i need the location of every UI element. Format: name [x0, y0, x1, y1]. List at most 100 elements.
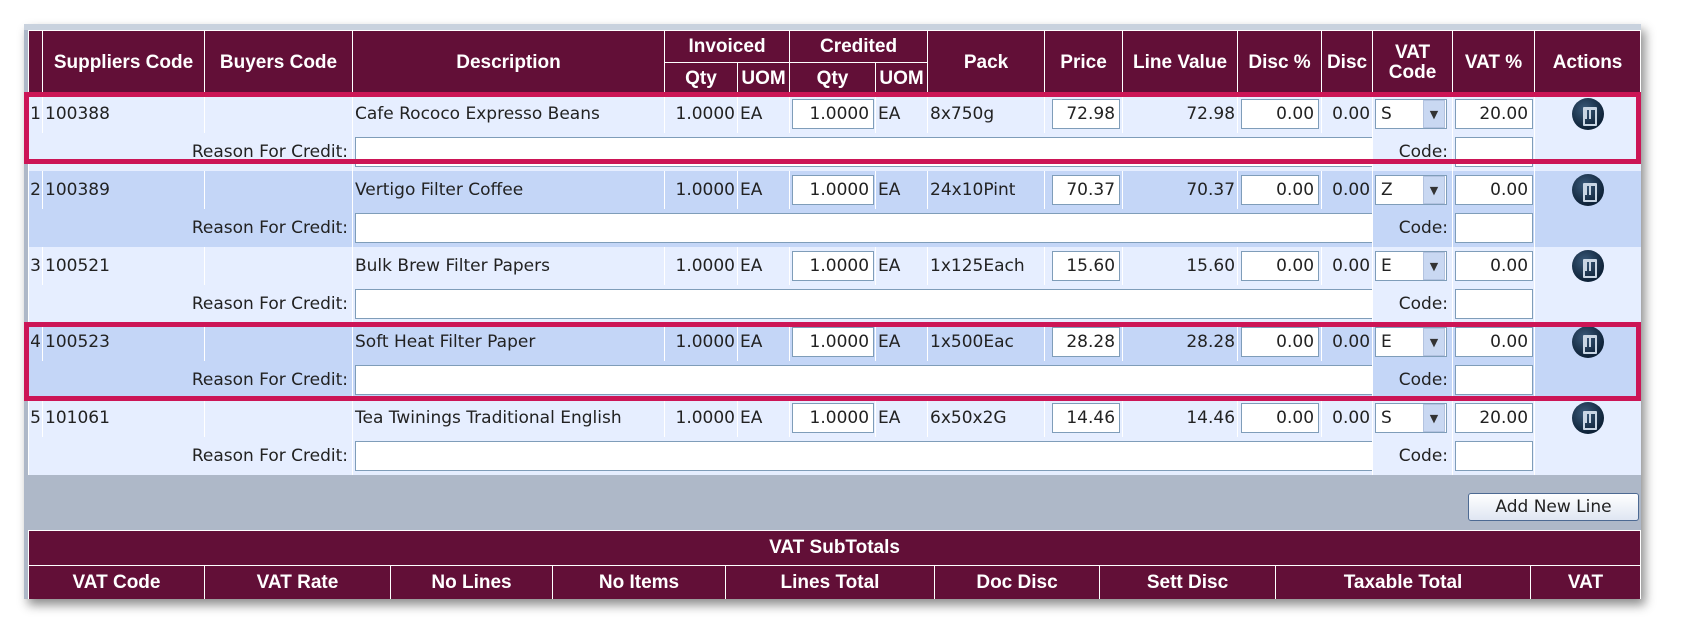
code-input[interactable]: [1455, 289, 1534, 319]
invoiced-header: Invoiced: [663, 30, 791, 63]
invoiced-qty: 1.0000: [664, 247, 738, 285]
reason-for-credit-input[interactable]: [355, 441, 1373, 471]
reason-for-credit-input[interactable]: [355, 213, 1373, 243]
disc-value: 0.00: [1321, 94, 1373, 133]
empty-cell: [1534, 361, 1641, 399]
code-label: Code:: [1372, 285, 1453, 323]
vat-pct-input[interactable]: 20.00: [1455, 403, 1534, 433]
vat-code-select[interactable]: S ▼: [1375, 403, 1448, 433]
credited-qty-input[interactable]: 1.0000: [792, 403, 875, 433]
code-input[interactable]: [1455, 441, 1534, 471]
vat-code-select[interactable]: E ▼: [1375, 327, 1448, 357]
price-input[interactable]: 28.28: [1052, 327, 1121, 357]
vat-subtotals-title: VAT SubTotals: [27, 530, 1641, 566]
supplier-code: 100388: [42, 94, 205, 133]
vat-code-select[interactable]: Z ▼: [1375, 175, 1448, 205]
credited-qty-input[interactable]: 1.0000: [792, 175, 875, 205]
vat-code-value: S: [1381, 408, 1392, 428]
suppliers-code-header: Suppliers Code: [42, 30, 205, 95]
disc-pct-input[interactable]: 0.00: [1241, 403, 1320, 433]
reason-for-credit-input[interactable]: [355, 365, 1373, 395]
buyers-code: [204, 323, 353, 361]
reason-for-credit-input[interactable]: [355, 289, 1373, 319]
trash-icon[interactable]: [1571, 326, 1604, 358]
invoiced-uom: EA: [736, 399, 790, 437]
invoiced-uom: EA: [736, 94, 790, 133]
actions-header: Actions: [1534, 30, 1641, 95]
line-value: 72.98: [1122, 94, 1238, 133]
line-value: 28.28: [1122, 323, 1238, 361]
trash-icon[interactable]: [1571, 402, 1604, 434]
price-input[interactable]: 70.37: [1052, 175, 1121, 205]
buyers-code-header: Buyers Code: [204, 30, 353, 95]
trash-icon[interactable]: [1571, 174, 1604, 206]
code-label: Code:: [1372, 361, 1453, 399]
line-value-header: Line Value: [1122, 30, 1239, 95]
vat-code-select[interactable]: S ▼: [1375, 99, 1448, 129]
disc-pct-input[interactable]: 0.00: [1241, 251, 1320, 281]
reason-label: Reason For Credit:: [28, 285, 353, 323]
reason-row: Reason For Credit: Code:: [28, 437, 1641, 475]
credited-qty-input[interactable]: 1.0000: [792, 99, 875, 129]
vat-code-value: E: [1381, 256, 1392, 276]
supplier-code: 100521: [42, 247, 205, 285]
reason-row: Reason For Credit: Code:: [28, 209, 1641, 247]
reason-label: Reason For Credit:: [28, 133, 353, 171]
pack: 6x50x2G: [927, 399, 1045, 437]
credited-uom-header: UOM: [875, 62, 929, 95]
code-label: Code:: [1372, 437, 1453, 475]
invoiced-uom: EA: [736, 323, 790, 361]
vat-code-select[interactable]: E ▼: [1375, 251, 1448, 281]
chevron-down-icon: ▼: [1423, 404, 1446, 432]
code-input[interactable]: [1455, 365, 1534, 395]
row-number: 5: [28, 399, 43, 437]
pack: 1x125Each: [927, 247, 1045, 285]
vat-pct-input[interactable]: 0.00: [1455, 327, 1534, 357]
vat-pct-input[interactable]: 20.00: [1455, 99, 1534, 129]
empty-cell: [1534, 209, 1641, 247]
row-number: 4: [28, 323, 43, 361]
credited-uom: EA: [875, 171, 928, 209]
invoiced-qty: 1.0000: [664, 323, 738, 361]
credited-uom: EA: [875, 323, 928, 361]
vat-pct-input[interactable]: 0.00: [1455, 175, 1534, 205]
credited-qty-header: Qty: [789, 62, 877, 95]
line-value: 14.46: [1122, 399, 1238, 437]
row-number: 2: [28, 171, 43, 209]
description-header: Description: [352, 30, 665, 95]
invoiced-qty: 1.0000: [664, 399, 738, 437]
add-new-line-button[interactable]: Add New Line: [1468, 493, 1639, 521]
description: Tea Twinings Traditional English: [352, 399, 665, 437]
table-row: 5 101061 Tea Twinings Traditional English 1…: [28, 399, 1641, 437]
credited-qty-input[interactable]: 1.0000: [792, 251, 875, 281]
disc-value: 0.00: [1321, 247, 1373, 285]
trash-icon[interactable]: [1571, 250, 1604, 282]
description: Vertigo Filter Coffee: [352, 171, 665, 209]
disc-pct-input[interactable]: 0.00: [1241, 175, 1320, 205]
row-number: 1: [28, 94, 43, 133]
credited-qty-input[interactable]: 1.0000: [792, 327, 875, 357]
credit-lines-table: Suppliers Code Buyers Code Description I…: [28, 30, 1641, 475]
code-input[interactable]: [1455, 213, 1534, 243]
vat-subtotal-column-header: Taxable Total: [1275, 565, 1531, 599]
reason-for-credit-input[interactable]: [355, 137, 1373, 167]
buyers-code: [204, 94, 353, 133]
code-label: Code:: [1372, 133, 1453, 171]
price-input[interactable]: 14.46: [1052, 403, 1121, 433]
disc-pct-input[interactable]: 0.00: [1241, 327, 1320, 357]
code-input[interactable]: [1455, 137, 1534, 167]
disc-pct-input[interactable]: 0.00: [1241, 99, 1320, 129]
vat-pct-input[interactable]: 0.00: [1455, 251, 1534, 281]
reason-row: Reason For Credit: Code:: [28, 361, 1641, 399]
table-row: 3 100521 Bulk Brew Filter Papers 1.0000 EA 1.…: [28, 247, 1641, 285]
chevron-down-icon: ▼: [1423, 100, 1446, 128]
credit-note-panel: Suppliers Code Buyers Code Description I…: [24, 24, 1641, 599]
trash-icon[interactable]: [1571, 98, 1604, 130]
price-input[interactable]: 72.98: [1052, 99, 1121, 129]
vat-subtotal-column-header: VAT: [1529, 565, 1641, 599]
credited-uom: EA: [875, 399, 928, 437]
buyers-code: [204, 171, 353, 209]
price-input[interactable]: 15.60: [1052, 251, 1121, 281]
vat-code-value: E: [1381, 332, 1392, 352]
empty-cell: [1534, 133, 1641, 171]
